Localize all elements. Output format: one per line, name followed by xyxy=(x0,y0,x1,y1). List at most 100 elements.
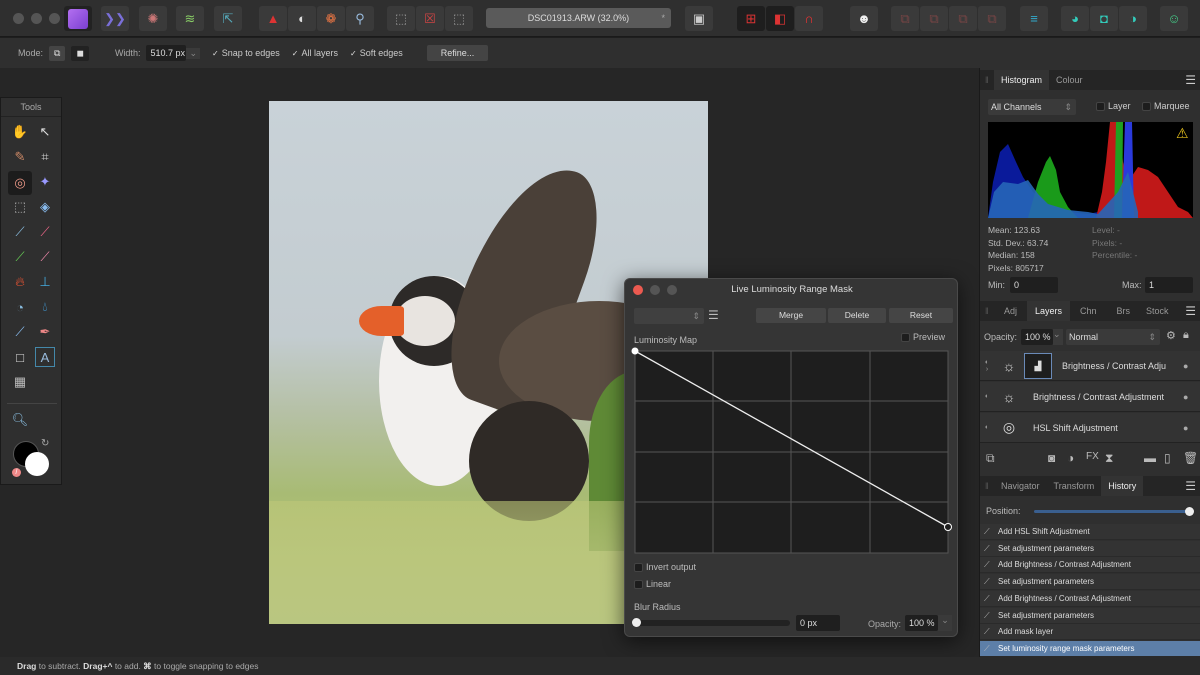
history-item[interactable]: ⟋ Add mask layer xyxy=(980,624,1200,641)
white-balance-icon[interactable]: ⚲ xyxy=(346,6,374,31)
tab-history[interactable]: History xyxy=(1101,476,1144,496)
blur-radius-slider[interactable] xyxy=(632,618,790,627)
blend-mode-dropdown[interactable]: Normal ⇕ xyxy=(1066,329,1160,345)
arrange-backward-icon[interactable]: ⧉ xyxy=(920,6,948,31)
pixel-tool-icon[interactable]: ⟋ xyxy=(35,222,55,242)
mesh-warp-tool-icon[interactable]: ▦ xyxy=(10,372,30,392)
tab-histogram[interactable]: Histogram xyxy=(994,70,1050,90)
delete-button[interactable]: Delete xyxy=(828,308,886,323)
soft-edges-checkbox[interactable]: ✓ Soft edges xyxy=(350,48,403,58)
preview-checkbox[interactable]: Preview xyxy=(901,332,945,343)
move-tool-icon[interactable]: ↖ xyxy=(35,122,55,142)
select-all-icon[interactable]: ⬚ xyxy=(387,6,415,31)
opacity-input[interactable]: 100 % xyxy=(905,615,938,631)
max-input[interactable]: 1 xyxy=(1145,277,1193,293)
lock-icon[interactable]: 🔒︎ xyxy=(1183,329,1189,342)
healing-tool-icon[interactable]: ⟋ xyxy=(10,322,30,342)
channel-dropdown[interactable]: All Channels ⇕ xyxy=(988,99,1076,115)
colour-replacement-tool-icon[interactable]: ⟋ xyxy=(10,247,30,267)
add-pixel-layer-icon[interactable]: ▯ xyxy=(1164,451,1171,465)
histogram-menu-icon[interactable]: ☰ xyxy=(1185,73,1200,87)
tab-channels[interactable]: Chn xyxy=(1070,301,1107,321)
tab-colour[interactable]: Colour xyxy=(1049,70,1090,90)
crop-tool-icon[interactable]: ⌗ xyxy=(35,147,55,167)
smudge-drop-tool-icon[interactable]: 💧︎ xyxy=(35,297,55,317)
visibility-toggle-icon[interactable]: ◐ xyxy=(980,424,994,431)
history-item[interactable]: ⟋ Add Brightness / Contrast Adjustment xyxy=(980,557,1200,574)
align-icon[interactable]: ≡ xyxy=(1020,6,1048,31)
boolean-subtract-icon[interactable]: ◘ xyxy=(1090,6,1118,31)
arrange-forward-icon[interactable]: ⧉ xyxy=(949,6,977,31)
arrange-front-icon[interactable]: ⧉ xyxy=(978,6,1006,31)
assistant-icon[interactable]: ☻ xyxy=(850,6,878,31)
width-dropdown-chevron-icon[interactable]: ⌄ xyxy=(186,47,200,59)
close-window-button[interactable] xyxy=(13,13,24,24)
history-item[interactable]: ⟋ Set adjustment parameters xyxy=(980,540,1200,557)
dodge-burn-tool-icon[interactable]: 🔥︎ xyxy=(10,272,30,292)
arrange-back-icon[interactable]: ⧉ xyxy=(891,6,919,31)
flood-fill-tool-icon[interactable]: ◈ xyxy=(35,197,55,217)
layer-opacity-chevron-icon[interactable]: ⌄ xyxy=(1053,329,1063,345)
curve-point-end[interactable] xyxy=(944,523,952,531)
luminosity-mask-thumbnail[interactable]: ▟ xyxy=(1024,352,1052,379)
tab-transform[interactable]: Transform xyxy=(1047,476,1102,496)
snapping-toggle-icon[interactable]: ◧ xyxy=(766,6,794,31)
layer-row[interactable]: ◐ ◎ HSL Shift Adjustment ● xyxy=(980,413,1200,443)
blur-radius-input[interactable]: 0 px xyxy=(796,615,840,631)
linear-checkbox[interactable]: Linear xyxy=(634,579,671,590)
quick-mask-button[interactable]: ▣ xyxy=(685,6,713,31)
tab-navigator[interactable]: Navigator xyxy=(994,476,1047,496)
blur-radius-slider-handle[interactable] xyxy=(632,618,641,627)
view-tool-hand-icon[interactable]: ✋ xyxy=(10,122,30,142)
reset-button[interactable]: Reset xyxy=(889,308,953,323)
zoom-tool-icon[interactable]: 🔍︎ xyxy=(10,410,30,430)
invert-output-checkbox[interactable]: Invert output xyxy=(634,562,696,573)
tone-mapping-persona-button[interactable]: ≋ xyxy=(176,6,204,31)
add-mask-icon[interactable]: ◙ xyxy=(1048,451,1055,465)
zoom-window-button[interactable] xyxy=(49,13,60,24)
layer-stack-icon[interactable]: ⧉ xyxy=(986,451,995,466)
erase-brush-tool-icon[interactable]: ⟋ xyxy=(35,247,55,267)
tab-layers[interactable]: Layers xyxy=(1027,301,1071,321)
adjustments-icon[interactable]: ◑ xyxy=(1067,451,1074,465)
layer-checkbox[interactable]: Layer xyxy=(1096,101,1131,112)
auto-contrast-icon[interactable]: ◐ xyxy=(288,6,316,31)
history-position-slider[interactable] xyxy=(1034,507,1194,516)
text-tool-icon[interactable]: A xyxy=(35,347,55,367)
minimize-window-button[interactable] xyxy=(31,13,42,24)
preset-menu-icon[interactable]: ☰ xyxy=(708,308,719,322)
snapping-magnet-icon[interactable]: ∩ xyxy=(795,6,823,31)
tab-adjustments[interactable]: Adj xyxy=(994,301,1027,321)
layer-settings-gear-icon[interactable]: ⚙ xyxy=(1166,329,1176,342)
width-input[interactable]: 510.7 px xyxy=(146,45,187,61)
auto-colour-icon[interactable]: ❁ xyxy=(317,6,345,31)
tab-stock[interactable]: Stock xyxy=(1140,301,1175,321)
layer-row[interactable]: ◐ › ☼ ▟ Brightness / Contrast Adju ● xyxy=(980,351,1200,381)
layers-menu-icon[interactable]: ☰ xyxy=(1185,304,1200,318)
secondary-colour-swatch[interactable] xyxy=(25,452,49,476)
no-colour-icon[interactable]: / xyxy=(12,468,21,477)
preset-dropdown[interactable]: ⇕ xyxy=(634,308,704,324)
tab-brushes[interactable]: Brs xyxy=(1107,301,1141,321)
flood-select-tool-icon[interactable]: ✦ xyxy=(35,172,55,192)
pen-tool-icon[interactable]: ✒ xyxy=(35,322,55,342)
luminosity-curve-graph[interactable] xyxy=(631,347,955,557)
develop-persona-button[interactable]: ✺ xyxy=(139,6,167,31)
history-position-handle[interactable] xyxy=(1185,507,1194,516)
marquee-checkbox[interactable]: Marquee xyxy=(1142,101,1190,112)
all-layers-checkbox[interactable]: ✓ All layers xyxy=(292,48,338,58)
history-item[interactable]: ⟋ Set adjustment parameters xyxy=(980,574,1200,591)
paint-brush-tool-icon[interactable]: ⟋ xyxy=(10,222,30,242)
mode-subtract-button[interactable]: ⧉ xyxy=(49,45,66,61)
layer-opacity-input[interactable]: 100 % xyxy=(1021,329,1053,345)
snapping-grid-icon[interactable]: ⊞ xyxy=(737,6,765,31)
boolean-intersect-icon[interactable]: ◑ xyxy=(1119,6,1147,31)
levels-icon[interactable]: ▲ xyxy=(259,6,287,31)
delete-layer-trash-icon[interactable]: 🗑︎ xyxy=(1183,451,1198,465)
blur-brush-tool-icon[interactable]: ◔ xyxy=(10,297,30,317)
rectangle-tool-icon[interactable]: □ xyxy=(10,347,30,367)
user-account-icon[interactable]: ☺ xyxy=(1160,6,1188,31)
photo-persona-button[interactable] xyxy=(64,6,92,31)
swap-colours-icon[interactable]: ↻ xyxy=(41,438,49,449)
min-input[interactable]: 0 xyxy=(1010,277,1058,293)
